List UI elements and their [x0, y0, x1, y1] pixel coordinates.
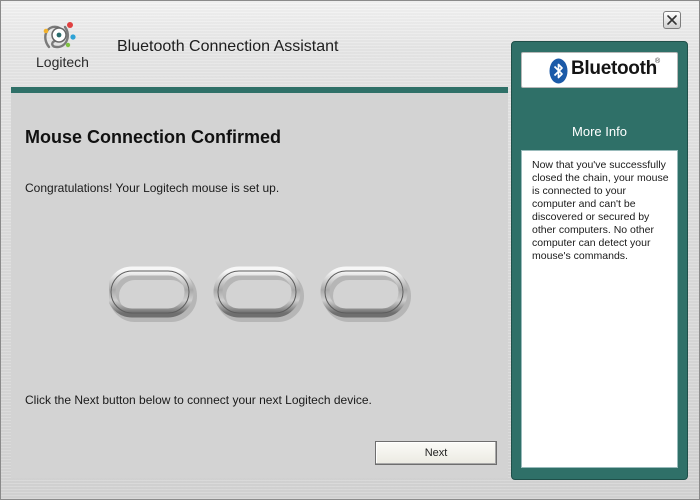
more-info-heading: More Info [572, 124, 627, 139]
close-button[interactable] [663, 11, 681, 29]
info-text-box: Now that you've successfully closed the … [521, 150, 678, 468]
more-info-sidebar: Bluetooth ® More Info Now that you've su… [511, 41, 688, 480]
app-window: Logitech Bluetooth Connection Assistant … [0, 0, 700, 500]
bluetooth-wordmark: Bluetooth [571, 58, 657, 79]
window-title: Bluetooth Connection Assistant [117, 38, 339, 55]
brand-name: Logitech [36, 54, 89, 70]
registered-mark: ® [655, 58, 661, 65]
page-title: Mouse Connection Confirmed [25, 127, 281, 147]
info-text: Now that you've successfully closed the … [532, 159, 669, 262]
next-instruction: Click the Next button below to connect y… [25, 393, 372, 407]
chain-links-illustration [109, 266, 411, 322]
close-icon [667, 15, 677, 25]
next-button[interactable]: Next [375, 441, 497, 465]
confirmation-message: Congratulations! Your Logitech mouse is … [25, 181, 280, 195]
main-panel: Mouse Connection Confirmed Congratulatio… [11, 87, 508, 478]
bluetooth-badge: Bluetooth ® [521, 52, 678, 88]
bluetooth-icon [549, 58, 568, 84]
